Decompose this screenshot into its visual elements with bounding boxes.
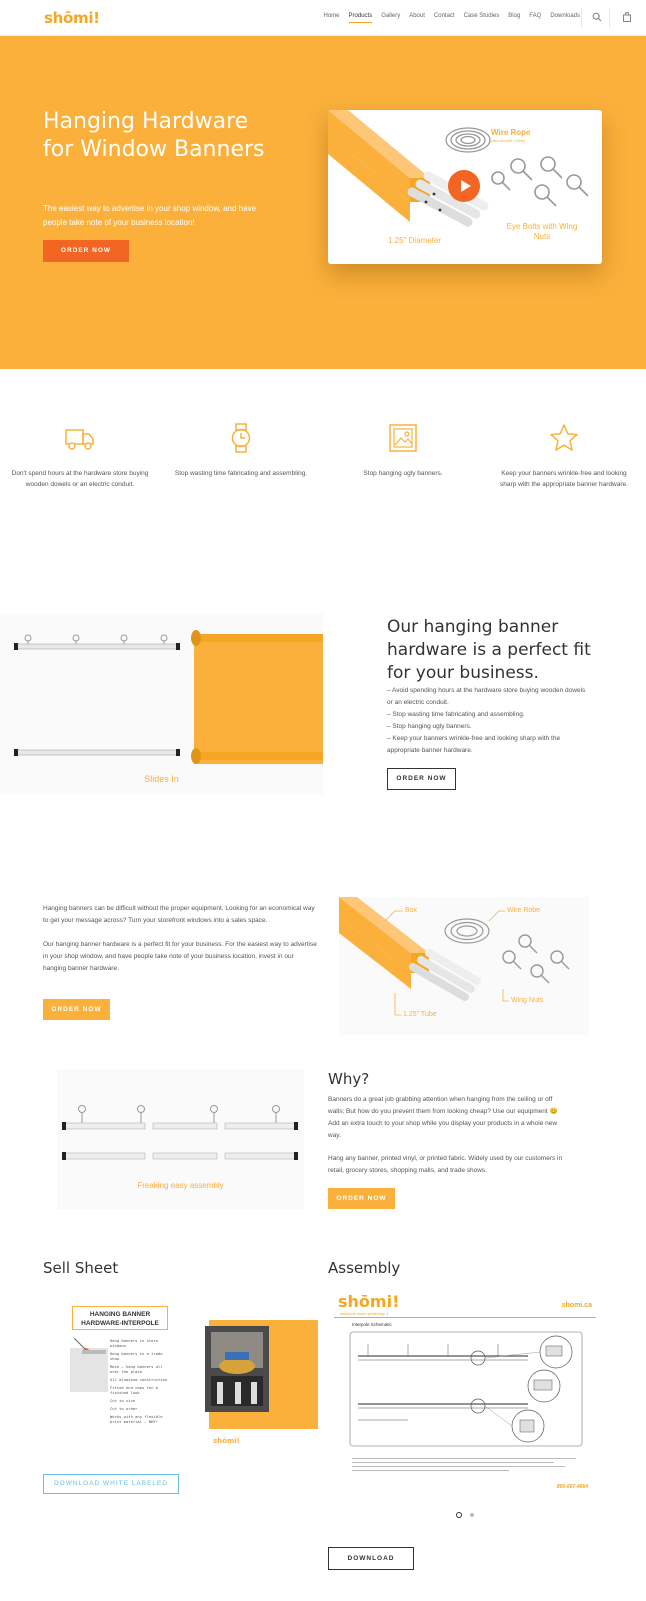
diagram-label-tube: 1.25" Tube: [403, 1011, 437, 1018]
feature-text: Keep your banners wrinkle-free and looki…: [500, 470, 628, 488]
assembly-image: Freaking easy assembly: [57, 1069, 304, 1209]
picture-icon: [389, 424, 417, 452]
hero-title: Hanging Hardware for Window Banners: [43, 109, 265, 162]
nav-products[interactable]: Products: [348, 13, 373, 23]
sell-sheet-doc-point: Cut to order: [110, 1406, 138, 1411]
feature-item: Stop hanging ugly banners.: [333, 423, 473, 479]
feature-item: Stop wasting time fabricating and assemb…: [171, 423, 311, 479]
fit-bullet: – Stop wasting time fabricating and asse…: [387, 711, 525, 718]
sell-sheet-doc-point: Hang banners in store windows: [110, 1338, 159, 1348]
star-icon: [550, 424, 578, 451]
feature-text: Don't spend hours at the hardware store …: [11, 470, 149, 488]
label-wire-rope-sub: (aka Aircraft Cable): [491, 138, 526, 143]
intro-paragraph-2: Our hanging banner hardware is a perfect…: [43, 941, 317, 972]
sell-sheet-doc-list: Hang banners in store windows Hang banne…: [110, 1338, 168, 1427]
sell-sheet-doc-logo: shōmi!: [213, 1437, 240, 1445]
assembly-doc-notes: [352, 1458, 576, 1476]
product-video[interactable]: Wire Rope (aka Aircraft Cable) Eye Bolts…: [328, 110, 602, 264]
main-nav: Home Products Gallery About Contact Case…: [315, 13, 580, 23]
slides-in-illustration: [14, 630, 323, 764]
why-title: Why?: [328, 1070, 370, 1088]
sell-sheet-product-photo: [70, 1337, 108, 1392]
sell-sheet-doc-point: Cut to size: [110, 1398, 136, 1403]
assembly-sheet-preview[interactable]: shōmi! solutions since yesterday :) shom…: [334, 1290, 596, 1495]
nav-downloads[interactable]: Downloads: [550, 13, 580, 23]
nav-faq[interactable]: FAQ: [529, 13, 541, 23]
header-divider: [581, 8, 582, 28]
fit-title: Our hanging banner hardware is a perfect…: [387, 617, 591, 683]
feature-item: Keep your banners wrinkle-free and looki…: [494, 423, 634, 490]
hardware-diagram-illustration: [339, 897, 570, 1016]
nav-gallery[interactable]: Gallery: [381, 13, 400, 23]
label-eye-bolts: Eye Bolts with Wing Nuts: [506, 222, 578, 241]
assembly-doc-rule: [334, 1317, 596, 1318]
assembly-title: Assembly: [328, 1259, 401, 1277]
why-paragraph-2: Hang any banner, printed vinyl, or print…: [328, 1155, 563, 1174]
fit-bullet: – Avoid spending hours at the hardware s…: [387, 687, 586, 706]
nav-blog[interactable]: Blog: [508, 13, 520, 23]
slides-in-caption: Slides In: [144, 774, 179, 784]
fit-bullet: – Stop hanging ugly banners.: [387, 723, 472, 730]
diagram-label-rope: Wire Robe: [507, 907, 541, 914]
feature-text: Stop wasting time fabricating and assemb…: [174, 470, 308, 477]
play-icon[interactable]: [448, 170, 480, 202]
sell-sheet-doc-point: Fitted end caps for a finished look: [110, 1385, 159, 1395]
fit-order-button[interactable]: ORDER NOW: [387, 768, 456, 790]
cart-icon[interactable]: [622, 12, 632, 22]
carousel-dot[interactable]: [470, 1513, 474, 1517]
nav-contact[interactable]: Contact: [434, 13, 455, 23]
site-logo[interactable]: shōmi!: [44, 9, 100, 27]
watch-icon: [231, 423, 251, 453]
intro-paragraph-1: Hanging banners can be difficult without…: [43, 905, 315, 924]
feature-item: Don't spend hours at the hardware store …: [10, 423, 150, 490]
sell-sheet-title: Sell Sheet: [43, 1259, 119, 1277]
why-order-button[interactable]: ORDER NOW: [328, 1188, 395, 1209]
hardware-diagram: Box Wire Robe 1.25" Tube Wing Nuts: [339, 897, 589, 1035]
sell-sheet-doc-point: All aluminum construction: [110, 1377, 168, 1382]
hero-subtitle: The easiest way to advertise in your sho…: [43, 204, 257, 227]
nav-case-studies[interactable]: Case Studies: [464, 13, 500, 23]
sell-sheet-doc-heading: HANGING BANNER HARDWARE-INTERPOLE: [72, 1306, 168, 1330]
diagram-label-nuts: Wing Nuts: [511, 997, 544, 1004]
carousel-dot-active[interactable]: [456, 1512, 462, 1518]
nav-home[interactable]: Home: [324, 13, 340, 23]
hero-section: Hanging Hardware for Window Banners The …: [0, 36, 646, 369]
assembly-doc-phone: 866-667-4664: [556, 1484, 588, 1490]
sell-sheet-preview[interactable]: HANGING BANNER HARDWARE-INTERPOLE Hang b…: [43, 1290, 318, 1465]
nav-about[interactable]: About: [409, 13, 425, 23]
label-diameter: 1.25" Diameter: [388, 236, 442, 245]
sell-sheet-doc-point: Hang banners in a trade show: [110, 1351, 163, 1361]
download-assembly-button[interactable]: DOWNLOAD: [328, 1547, 414, 1570]
assembly-doc-tagline: solutions since yesterday :): [340, 1311, 389, 1316]
fit-bullet: – Keep your banners wrinkle-free and loo…: [387, 735, 561, 754]
site-header: shōmi! Home Products Gallery About Conta…: [0, 0, 646, 36]
assembly-caption: Freaking easy assembly: [137, 1181, 224, 1190]
assembly-doc-section: Interpole Schematic: [352, 1322, 392, 1327]
intro-order-button[interactable]: ORDER NOW: [43, 999, 110, 1020]
truck-icon: [65, 429, 94, 450]
download-white-labeled-button[interactable]: DOWNLOAD WHITE LABELED: [43, 1474, 179, 1494]
sell-sheet-storefront-photo: [205, 1326, 269, 1412]
label-wire-rope: Wire Rope: [491, 128, 531, 137]
search-icon[interactable]: [592, 12, 602, 22]
why-paragraph-1: Banners do a great job grabbing attentio…: [328, 1096, 558, 1139]
sell-sheet-doc-point: Works with any flexible print material –…: [110, 1414, 163, 1424]
assembly-doc-logo: shōmi!: [338, 1292, 400, 1311]
diagram-label-box: Box: [405, 907, 418, 914]
hero-order-button[interactable]: ORDER NOW: [43, 240, 129, 262]
sell-sheet-doc-point: Mesh – hang banners all over the place: [110, 1364, 163, 1374]
feature-text: Stop hanging ugly banners.: [363, 470, 443, 477]
assembly-schematic: [349, 1331, 583, 1447]
assembly-doc-site: shomi.ca: [561, 1302, 592, 1309]
slides-in-image: Slides In: [0, 614, 323, 794]
header-divider: [609, 8, 610, 28]
